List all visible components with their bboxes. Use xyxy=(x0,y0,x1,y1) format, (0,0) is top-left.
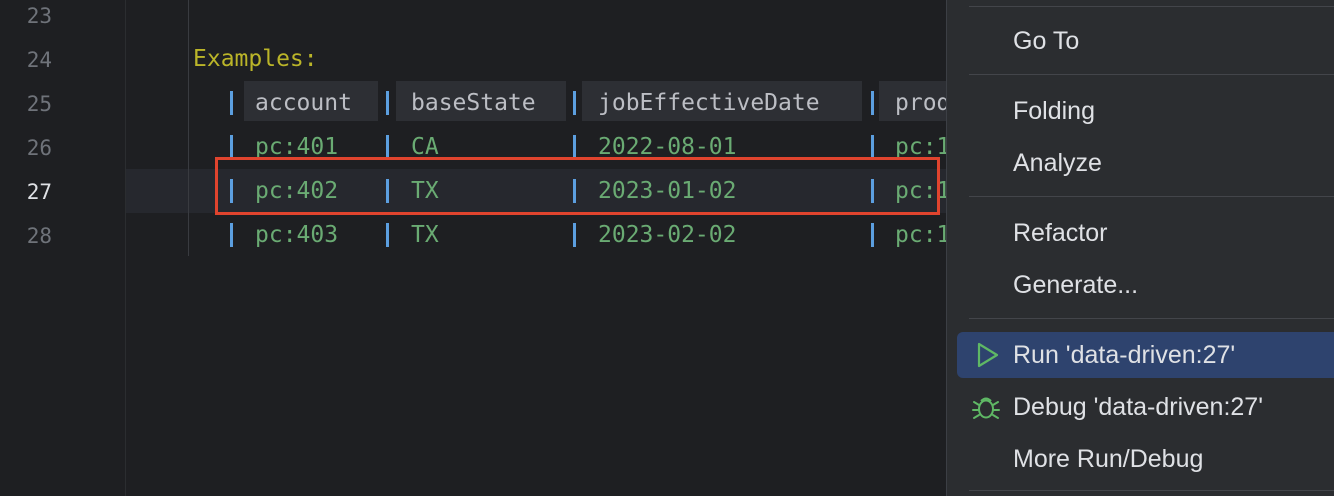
table-pipe xyxy=(871,135,874,159)
bug-icon xyxy=(971,393,1001,426)
menu-separator xyxy=(969,74,1334,75)
table-pipe xyxy=(871,223,874,247)
menu-item-run[interactable]: Run 'data-driven:27' xyxy=(1013,329,1235,381)
table-header-cell[interactable]: baseState xyxy=(411,81,536,125)
line-number: 23 xyxy=(26,4,52,28)
line-number-gutter: 23 24 25 26 27 28 xyxy=(0,0,126,496)
table-cell[interactable]: pc:1 xyxy=(895,213,950,257)
menu-separator xyxy=(969,318,1334,319)
menu-item-refactor[interactable]: Refactor xyxy=(1013,207,1107,259)
menu-item-go-to[interactable]: Go To xyxy=(1013,15,1079,67)
table-header-cell[interactable]: jobEffectiveDate xyxy=(598,81,820,125)
menu-separator xyxy=(969,196,1334,197)
menu-item-debug[interactable]: Debug 'data-driven:27' xyxy=(1013,381,1263,433)
table-header-cell[interactable]: prod xyxy=(895,81,950,125)
table-pipe xyxy=(230,135,233,159)
table-pipe xyxy=(386,223,389,247)
menu-item-more-run-debug[interactable]: More Run/Debug xyxy=(1013,433,1203,485)
table-pipe xyxy=(386,91,389,115)
menu-item-generate[interactable]: Generate... xyxy=(1013,259,1138,311)
line-number: 28 xyxy=(26,224,52,248)
table-cell[interactable]: TX xyxy=(411,213,439,257)
line-number: 26 xyxy=(26,136,52,160)
context-menu: Go To Folding Analyze Refactor Generate.… xyxy=(946,0,1334,496)
menu-item-folding[interactable]: Folding xyxy=(1013,85,1095,137)
menu-item-analyze[interactable]: Analyze xyxy=(1013,137,1102,189)
table-pipe xyxy=(230,223,233,247)
play-triangle-icon xyxy=(976,342,1000,373)
table-pipe xyxy=(871,91,874,115)
menu-separator xyxy=(969,6,1334,7)
table-pipe xyxy=(573,91,576,115)
table-pipe xyxy=(230,91,233,115)
table-pipe xyxy=(573,223,576,247)
line-number: 24 xyxy=(26,48,52,72)
row-highlight-annotation xyxy=(215,157,940,215)
table-pipe xyxy=(573,135,576,159)
table-cell[interactable]: 2023-02-02 xyxy=(598,213,736,257)
menu-separator xyxy=(969,490,1334,491)
line-number: 25 xyxy=(26,92,52,116)
indent-guide xyxy=(188,0,189,256)
table-cell[interactable]: pc:403 xyxy=(255,213,338,257)
line-number-current: 27 xyxy=(26,180,52,204)
examples-keyword: Examples: xyxy=(193,46,318,72)
table-pipe xyxy=(386,135,389,159)
table-header-cell[interactable]: account xyxy=(255,81,352,125)
